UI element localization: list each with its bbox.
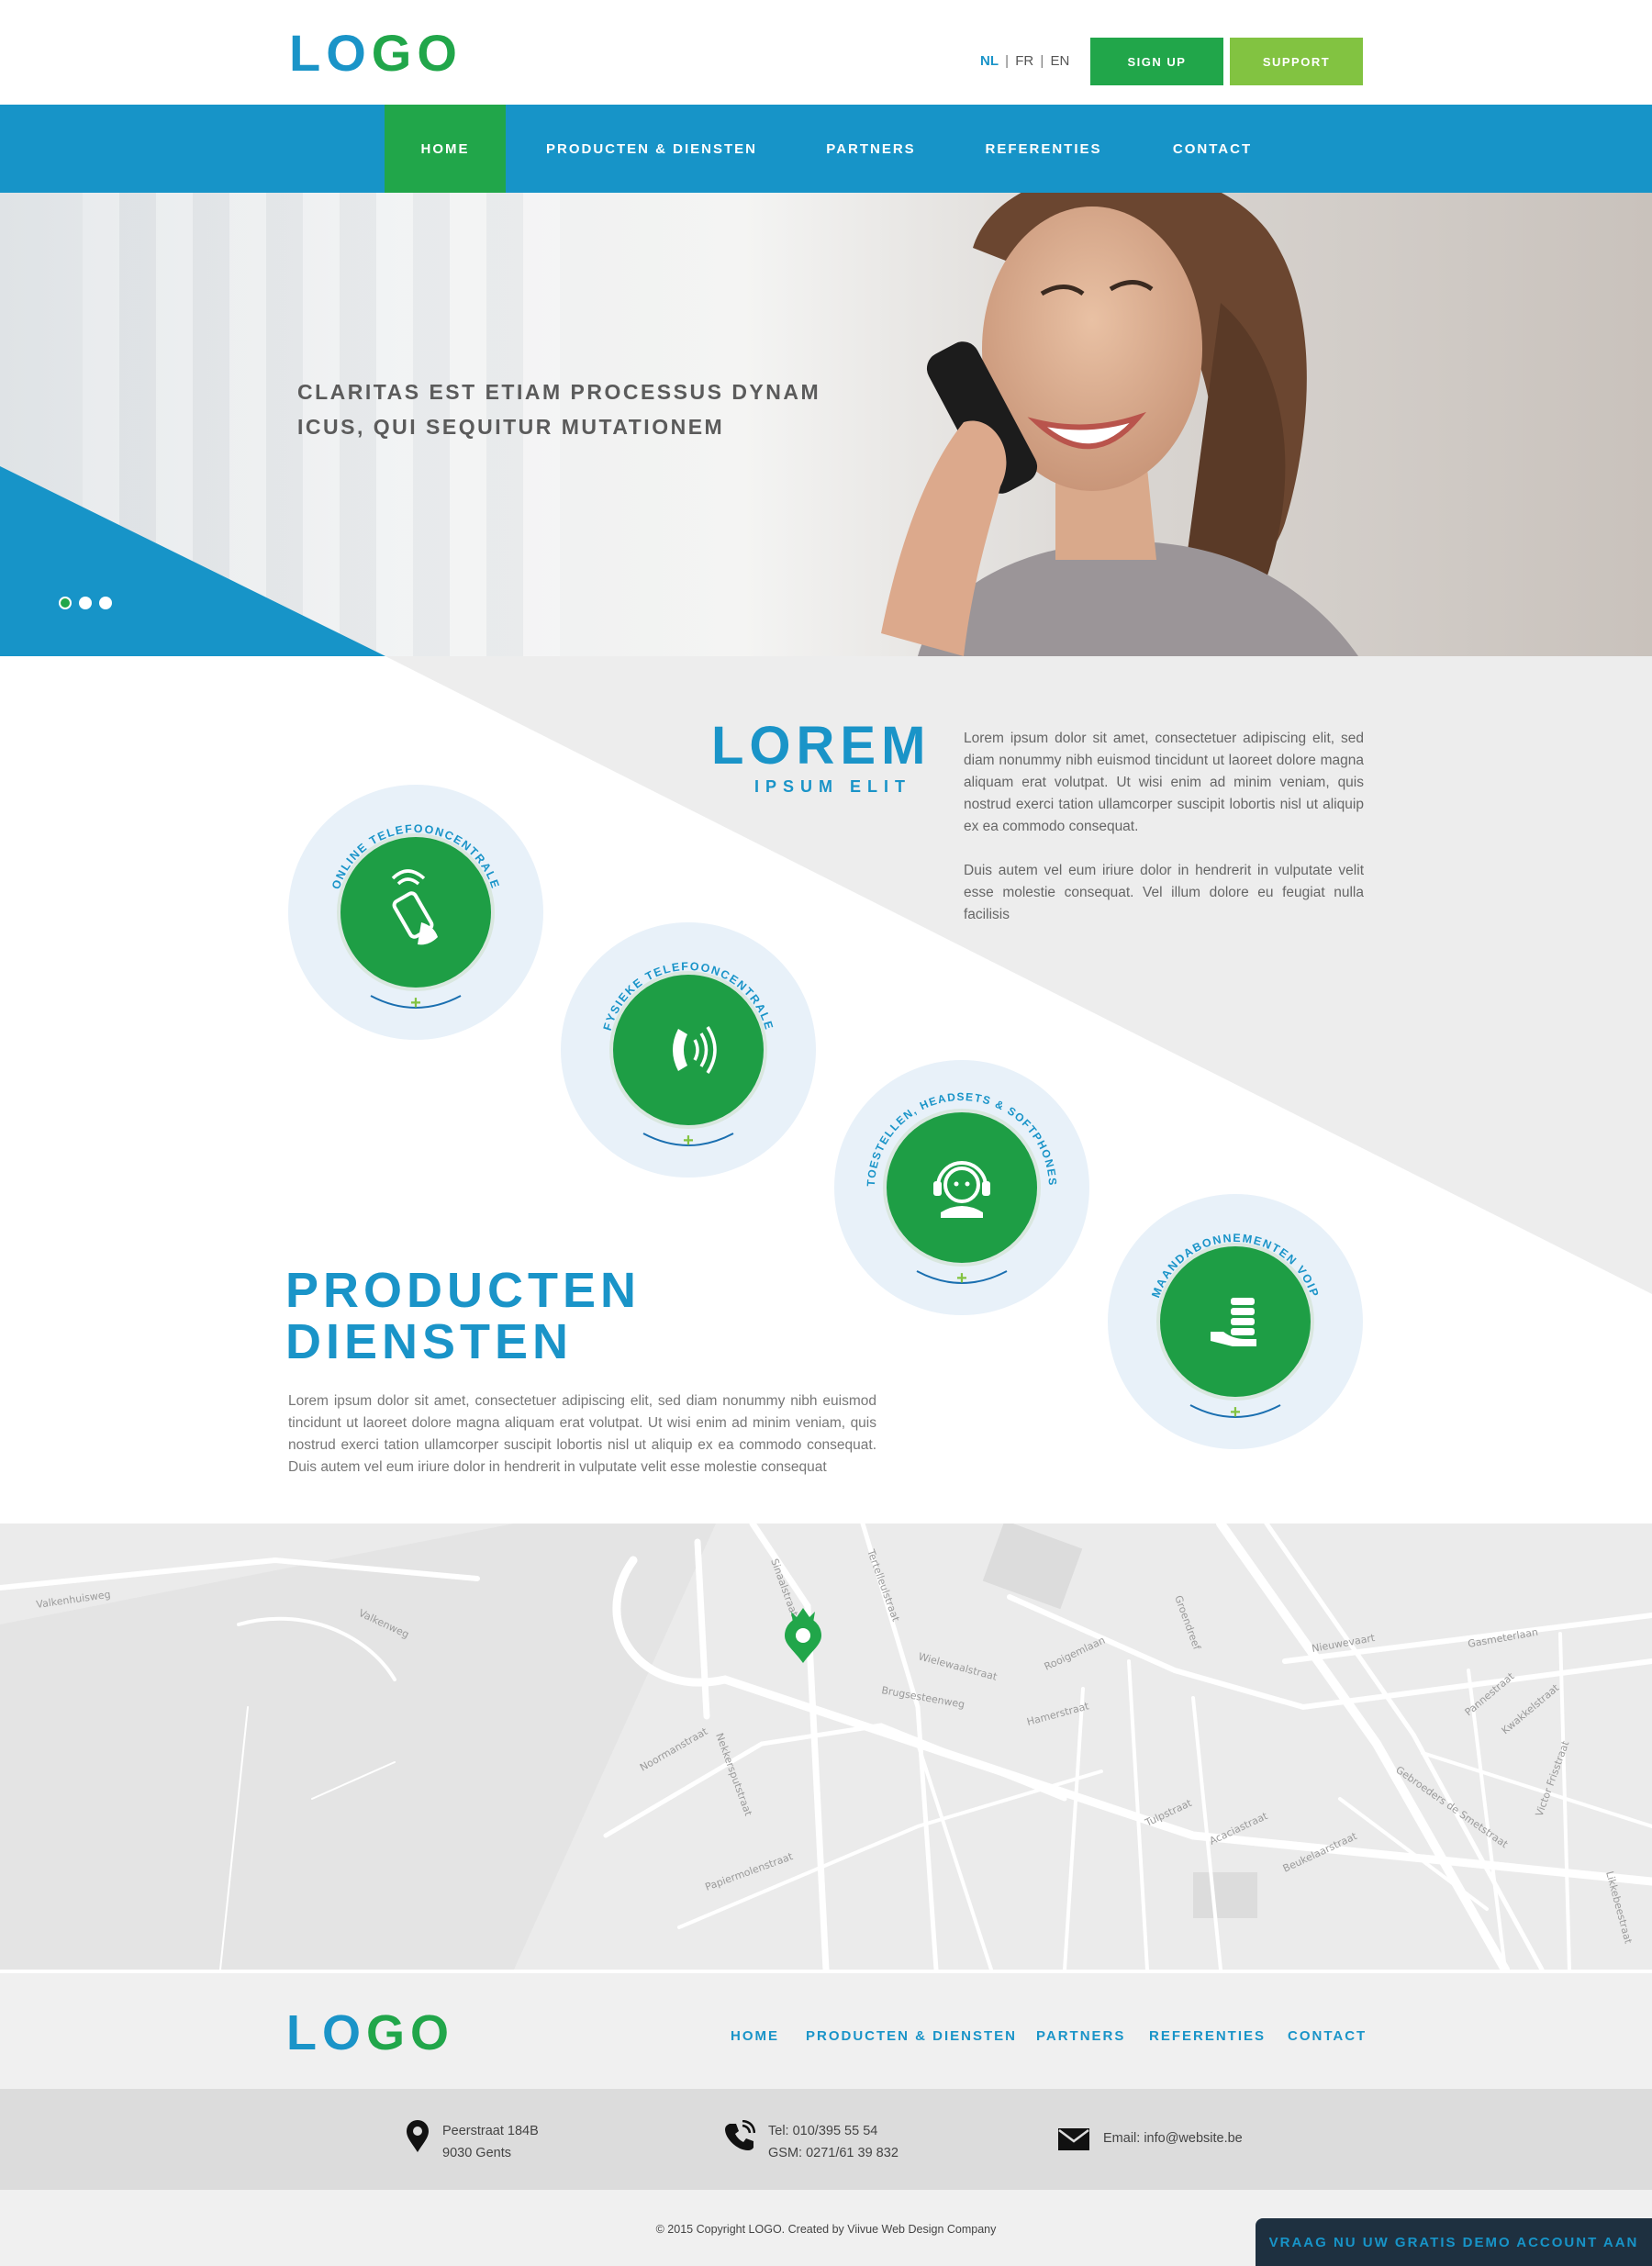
- products-title: PRODUCTEN DIENSTEN: [285, 1265, 641, 1367]
- intro-text: Lorem ipsum dolor sit amet, consectetuer…: [964, 728, 1364, 948]
- plus-icon[interactable]: +: [683, 1131, 694, 1151]
- nav-item-home[interactable]: HOME: [385, 105, 506, 193]
- logo-part-1: LO: [286, 2005, 366, 2060]
- footer-nav-contact[interactable]: CONTACT: [1288, 2028, 1367, 2044]
- demo-account-button[interactable]: VRAAG NU UW GRATIS DEMO ACCOUNT AAN: [1256, 2218, 1652, 2266]
- site-header: LOGO NL | FR | EN SIGN UP SUPPORT: [0, 0, 1652, 105]
- footer-contact-bar: Peerstraat 184B 9030 Gents Tel: 010/395 …: [0, 2089, 1652, 2190]
- hero-headline: CLARITAS EST ETIAM PROCESSUS DYNAM ICUS,…: [297, 380, 821, 439]
- location-pin-icon: [407, 2120, 429, 2152]
- logo-part-2: GO: [366, 2005, 455, 2060]
- footer-nav-home[interactable]: HOME: [731, 2028, 779, 2044]
- footer-nav-referenties[interactable]: REFERENTIES: [1149, 2028, 1266, 2044]
- plus-icon[interactable]: +: [410, 993, 421, 1013]
- tel-number[interactable]: Tel: 010/395 55 54: [768, 2120, 899, 2142]
- services-section: LOREM IPSUM ELIT Lorem ipsum dolor sit a…: [0, 656, 1652, 1524]
- intro-subtitle: IPSUM ELIT: [754, 777, 912, 796]
- contact-address: Peerstraat 184B 9030 Gents: [406, 2120, 539, 2164]
- logo[interactable]: LOGO: [289, 26, 463, 81]
- sign-up-button[interactable]: SIGN UP: [1090, 38, 1223, 85]
- slider-dot[interactable]: [79, 597, 92, 609]
- logo-part-2: GO: [371, 24, 463, 82]
- nav-item-referenties[interactable]: REFERENTIES: [973, 105, 1114, 193]
- hero-slider: CLARITAS EST ETIAM PROCESSUS DYNAM ICUS,…: [0, 193, 1652, 656]
- logo-part-1: LO: [289, 24, 372, 82]
- footer-logo[interactable]: LOGO: [286, 2006, 454, 2059]
- lang-nl-link[interactable]: NL: [980, 53, 999, 69]
- nav-item-contact[interactable]: CONTACT: [1144, 105, 1281, 193]
- footer-nav-partners[interactable]: PARTNERS: [1036, 2028, 1125, 2044]
- plus-icon[interactable]: +: [956, 1268, 967, 1289]
- footer-nav-bar: LOGO HOME PRODUCTEN & DIENSTEN PARTNERS …: [0, 1970, 1652, 2089]
- nav-item-producten-diensten[interactable]: PRODUCTEN & DIENSTEN: [534, 105, 769, 193]
- lang-separator: |: [1005, 53, 1010, 69]
- products-title-line: PRODUCTEN: [285, 1263, 642, 1318]
- map-streets: Valkenhuisweg Valkenweg Sinaalstraat Ter…: [0, 1524, 1652, 1970]
- phone-icon: [725, 2120, 755, 2150]
- main-nav: HOME PRODUCTEN & DIENSTEN PARTNERS REFER…: [0, 105, 1652, 193]
- service-fysieke-telefooncentrale[interactable]: FYSIEKE TELEFOONCENTRALE +: [561, 922, 816, 1178]
- service-toestellen-headsets-softphones[interactable]: TOESTELLEN, HEADSETS & SOFTPHONES +: [834, 1060, 1089, 1315]
- plus-icon[interactable]: +: [1230, 1402, 1241, 1423]
- intro-title: LOREM: [711, 716, 932, 776]
- map-pin-icon[interactable]: [780, 1606, 826, 1665]
- email-address[interactable]: Email: info@website.be: [1103, 2127, 1243, 2149]
- intro-paragraph: Duis autem vel eum iriure dolor in hendr…: [964, 863, 1364, 922]
- service-maandabonnementen-voip[interactable]: MAANDABONNEMENTEN VOIP +: [1108, 1194, 1363, 1449]
- lang-fr-link[interactable]: FR: [1015, 53, 1033, 69]
- lang-en-link[interactable]: EN: [1051, 53, 1070, 69]
- language-switcher: NL | FR | EN: [980, 53, 1069, 69]
- products-title-line: DIENSTEN: [285, 1314, 574, 1369]
- gsm-number[interactable]: GSM: 0271/61 39 832: [768, 2142, 899, 2164]
- slider-dot[interactable]: [99, 597, 112, 609]
- intro-paragraph: Lorem ipsum dolor sit amet, consectetuer…: [964, 731, 1364, 834]
- footer-nav-producten-diensten[interactable]: PRODUCTEN & DIENSTEN: [806, 2028, 1017, 2044]
- slider-dot[interactable]: [59, 597, 72, 609]
- slider-dots: [59, 597, 112, 609]
- contact-email: Email: info@website.be: [1057, 2127, 1243, 2151]
- products-text: Lorem ipsum dolor sit amet, consectetuer…: [288, 1393, 876, 1475]
- service-online-telefooncentrale[interactable]: ONLINE TELEFOONCENTRALE +: [288, 785, 543, 1040]
- envelope-icon: [1058, 2128, 1089, 2150]
- address-line: Peerstraat 184B: [442, 2124, 539, 2138]
- nav-item-partners[interactable]: PARTNERS: [798, 105, 943, 193]
- contact-phone: Tel: 010/395 55 54 GSM: 0271/61 39 832: [724, 2120, 899, 2164]
- address-line: 9030 Gents: [442, 2146, 511, 2160]
- location-map[interactable]: Valkenhuisweg Valkenweg Sinaalstraat Ter…: [0, 1524, 1652, 1970]
- support-button[interactable]: SUPPORT: [1230, 38, 1363, 85]
- lang-separator: |: [1040, 53, 1044, 69]
